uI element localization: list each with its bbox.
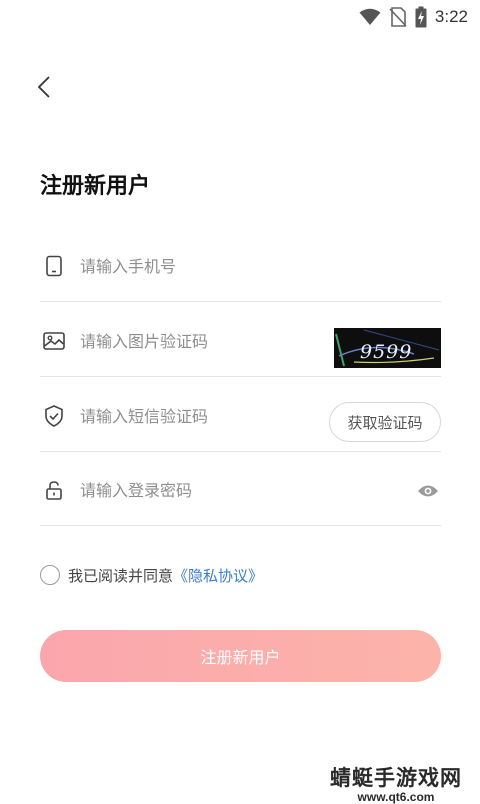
chevron-left-icon <box>37 76 50 98</box>
no-sim-icon <box>389 7 407 27</box>
wifi-icon <box>359 8 381 25</box>
lock-icon <box>42 478 66 502</box>
get-code-button[interactable]: 获取验证码 <box>329 402 441 442</box>
sms-field: 获取验证码 <box>40 379 441 452</box>
agreement-text: 我已阅读并同意 <box>68 566 174 585</box>
battery-charging-icon <box>415 6 427 28</box>
agreement-row: 我已阅读并同意 《隐私协议》 <box>40 564 263 586</box>
register-button[interactable]: 注册新用户 <box>40 630 441 682</box>
shield-check-icon <box>42 404 66 428</box>
password-field <box>40 453 441 526</box>
agreement-checkbox[interactable] <box>40 565 60 585</box>
phone-icon <box>42 254 66 278</box>
image-icon <box>42 329 66 353</box>
status-icons: 3:22 <box>359 6 468 28</box>
watermark-title: 蜻蜓手游戏网 <box>330 766 462 790</box>
eye-icon[interactable] <box>417 483 439 499</box>
captcha-input[interactable] <box>80 324 310 358</box>
watermark: 蜻蜓手游戏网 www.qt6.com <box>330 762 462 804</box>
captcha-field: 9599 <box>40 304 441 377</box>
privacy-policy-link[interactable]: 《隐私协议》 <box>173 565 263 586</box>
watermark-url: www.qt6.com <box>357 790 435 804</box>
back-button[interactable] <box>30 70 60 104</box>
sms-code-input[interactable] <box>80 399 310 433</box>
page-title: 注册新用户 <box>40 174 151 199</box>
status-bar: 3:22 <box>0 0 480 34</box>
phone-field <box>40 229 441 302</box>
captcha-text: 9599 <box>360 341 412 363</box>
captcha-image[interactable]: 9599 <box>334 328 441 368</box>
password-input[interactable] <box>80 473 310 507</box>
phone-input[interactable] <box>80 249 310 283</box>
status-time: 3:22 <box>434 7 468 26</box>
